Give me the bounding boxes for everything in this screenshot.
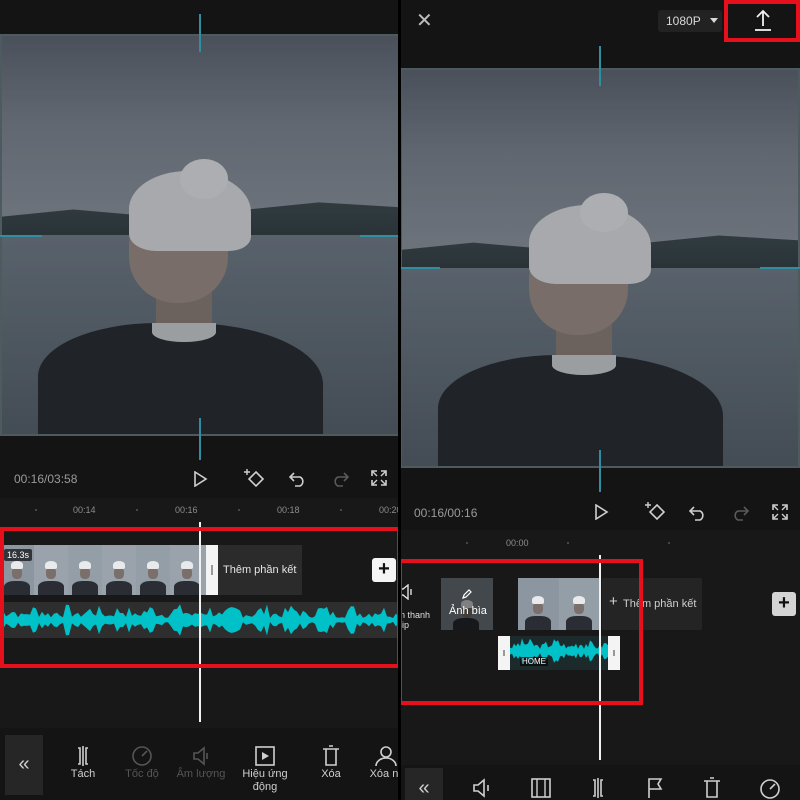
audio-clip[interactable]: HOME <box>510 636 608 670</box>
tool-animation[interactable]: Hiệu ứng động <box>237 744 293 794</box>
audio-track-label: n thanh <box>400 610 431 620</box>
video-clip[interactable] <box>518 578 600 630</box>
ruler-label: 00:00 <box>506 538 529 548</box>
split-icon <box>78 746 88 766</box>
speed-icon[interactable] <box>758 777 782 799</box>
add-ending-button[interactable]: + Thêm phần kết <box>602 578 702 630</box>
tool-label: Hiệu ứng động <box>242 768 288 793</box>
chevron-down-icon <box>710 18 718 23</box>
tool-delete[interactable]: Xóa <box>306 744 356 780</box>
audio-trim-handle-left[interactable] <box>498 636 510 670</box>
clip-trim-handle[interactable] <box>206 545 218 595</box>
ruler-label: 00:14 <box>73 505 96 515</box>
time-display: 00:16/03:58 <box>14 472 78 486</box>
keyframe-icon[interactable] <box>244 467 268 489</box>
clip-thumbnail <box>559 578 600 630</box>
clip-thumbnail <box>518 578 559 630</box>
tool-label: Tách <box>70 768 96 780</box>
undo-icon[interactable] <box>289 469 307 487</box>
undo-icon[interactable] <box>689 503 707 521</box>
video-preview[interactable] <box>0 34 400 436</box>
crop-icon[interactable] <box>529 777 553 799</box>
split-icon[interactable] <box>586 777 610 799</box>
ruler-label: 00:20 <box>379 505 400 515</box>
ruler-label: 00:18 <box>277 505 300 515</box>
plus-icon: + <box>609 593 618 610</box>
add-clip-button[interactable]: + <box>372 558 396 582</box>
delete-icon[interactable] <box>700 777 724 799</box>
fullscreen-icon[interactable] <box>772 504 788 520</box>
right-editor-screen: ✕ 1080P 00:16/00:16 00:00 n thanh lip Ản… <box>400 0 800 800</box>
delete-icon <box>323 745 339 766</box>
clip-thumbnail <box>34 545 68 595</box>
keyframe-icon[interactable] <box>645 500 669 522</box>
edit-icon <box>462 589 472 599</box>
audio-clip-label: HOME <box>520 657 548 666</box>
video-preview[interactable] <box>400 68 800 468</box>
tool-label: Xóa nề <box>369 768 400 780</box>
collapse-toolbar-button[interactable]: « <box>405 768 443 800</box>
tool-label: Tốc độ <box>125 768 159 780</box>
screen-divider <box>398 0 401 800</box>
tool-label: Xóa <box>321 768 341 780</box>
center-guide-bottom <box>599 450 601 492</box>
video-clip[interactable]: 16.3s <box>0 545 210 595</box>
add-ending-button[interactable]: Thêm phần kết <box>218 545 302 595</box>
remove-background-icon <box>375 746 397 767</box>
animation-icon <box>255 746 275 766</box>
play-icon[interactable] <box>593 504 609 520</box>
clip-thumbnail <box>68 545 102 595</box>
center-guide-top <box>599 46 601 86</box>
add-ending-label: Thêm phần kết <box>623 598 697 610</box>
close-icon[interactable]: ✕ <box>416 8 433 33</box>
add-ending-label: Thêm phần kết <box>223 564 297 576</box>
time-display: 00:16/00:16 <box>414 506 478 520</box>
clip-thumbnail <box>102 545 136 595</box>
collapse-toolbar-button[interactable]: « <box>5 735 43 795</box>
fullscreen-icon[interactable] <box>371 470 387 486</box>
center-guide-right <box>360 235 400 237</box>
left-editor-screen: 00:16/03:58 00:14 00:16 00:18 00:20 16.3… <box>0 0 400 800</box>
play-icon[interactable] <box>192 471 208 487</box>
volume-icon[interactable] <box>472 777 496 799</box>
redo-icon <box>334 472 349 487</box>
playhead[interactable] <box>599 555 601 760</box>
volume-icon[interactable] <box>400 584 414 600</box>
tool-volume: Âm lượng <box>176 744 226 780</box>
center-guide-bottom <box>199 418 201 460</box>
tool-speed: Tốc độ <box>117 744 167 780</box>
clip-duration-badge: 16.3s <box>4 549 33 561</box>
tool-label: Âm lượng <box>176 768 226 780</box>
ruler-label: 00:16 <box>175 505 198 515</box>
resolution-label: 1080P <box>666 14 701 28</box>
cover-button[interactable]: Ảnh bìa <box>441 578 493 630</box>
audio-trim-handle-right[interactable] <box>608 636 620 670</box>
volume-icon <box>193 746 208 766</box>
tool-split[interactable]: Tách <box>58 744 108 780</box>
audio-track-label-2: lip <box>400 620 410 630</box>
clip-thumbnail <box>136 545 170 595</box>
add-clip-button[interactable]: + <box>772 592 796 616</box>
tool-remove-background[interactable]: Xóa nề <box>362 744 400 780</box>
resolution-selector[interactable]: 1080P <box>658 10 722 32</box>
flag-icon[interactable] <box>643 777 667 799</box>
center-guide-left <box>400 267 440 269</box>
speed-icon <box>132 746 152 766</box>
center-guide-right <box>760 267 800 269</box>
clip-thumbnail <box>170 545 210 595</box>
export-icon <box>755 9 771 31</box>
center-guide-top <box>199 14 201 52</box>
center-guide-left <box>0 235 42 237</box>
redo-icon <box>734 506 749 521</box>
export-button[interactable] <box>728 2 798 40</box>
cover-label: Ảnh bìa <box>449 605 487 617</box>
playhead[interactable] <box>199 522 201 722</box>
